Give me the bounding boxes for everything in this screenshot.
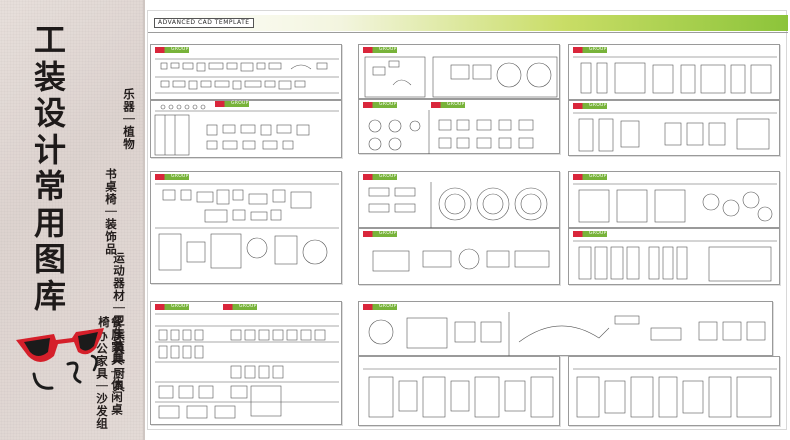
furniture-drawing — [368, 182, 548, 228]
group-tag-label: GROUP — [231, 101, 249, 106]
sheet-banner: ADVANCED CAD TEMPLATE — [148, 15, 788, 31]
cad-block-card: GROUP — [358, 44, 560, 99]
furniture-drawing — [368, 312, 766, 356]
cad-block-card: GROUP — [568, 171, 780, 228]
cad-block-card: GROUP GROUP — [358, 99, 560, 154]
furniture-drawing — [573, 240, 777, 282]
furniture-drawing — [573, 183, 777, 223]
divider — [148, 32, 788, 33]
furniture-drawing — [364, 56, 558, 98]
furniture-drawing — [573, 56, 777, 94]
furniture-drawing — [155, 183, 339, 271]
cad-block-card: GROUP — [150, 171, 342, 284]
furniture-drawing — [368, 110, 534, 154]
banner-label: ADVANCED CAD TEMPLATE — [154, 18, 254, 28]
furniture-drawing — [155, 58, 339, 94]
cad-block-card: GROUP — [358, 171, 560, 228]
furniture-drawing — [155, 313, 339, 419]
category-label: 餐厅家具 — [110, 316, 123, 366]
furniture-drawing — [372, 248, 550, 272]
sunglasses-face-icon — [16, 328, 104, 390]
cad-block-card: GROUP — [358, 301, 773, 356]
cad-block-card: GROUP — [358, 228, 560, 285]
cad-block-card: GROUP — [568, 44, 780, 100]
cad-library-cover: 工 装 设 计 常 用 图 库 乐器｜植物 书桌椅｜装饰品 运动器材｜卫生洁具 … — [0, 0, 790, 440]
cad-sheet: ADVANCED CAD TEMPLATE GROUP GROUP GROUP … — [147, 10, 788, 430]
group-tag: GROUP — [215, 101, 249, 107]
cad-block-card — [358, 356, 560, 426]
cad-block-card: GROUP GROUP — [150, 301, 342, 425]
cad-block-card: GROUP — [568, 100, 780, 156]
furniture-drawing — [363, 368, 557, 418]
cad-block-card — [568, 356, 780, 426]
furniture-drawing — [154, 104, 339, 156]
furniture-drawing — [573, 368, 777, 418]
cad-block-card: GROUP — [568, 228, 780, 285]
furniture-drawing — [573, 112, 777, 152]
cad-block-card: GROUP — [150, 100, 342, 158]
cad-block-card: GROUP — [150, 44, 342, 100]
